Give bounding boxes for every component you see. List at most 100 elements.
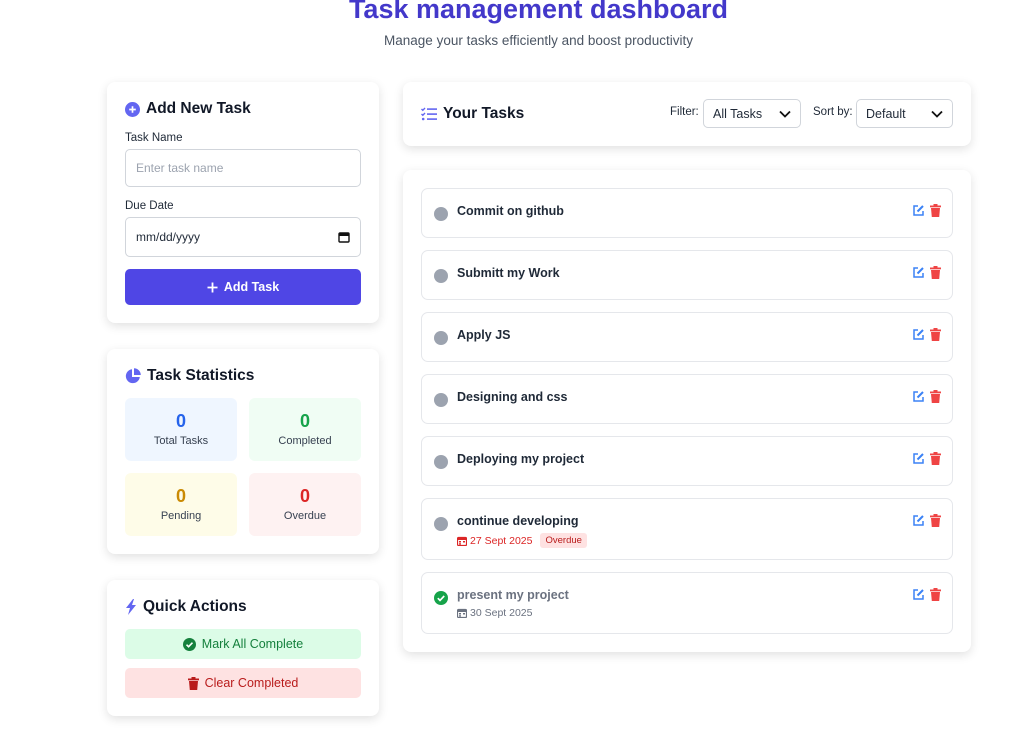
task-actions: [912, 390, 941, 403]
trash-icon[interactable]: [930, 204, 941, 217]
task-item[interactable]: Apply JS: [421, 312, 953, 362]
trash-icon[interactable]: [930, 452, 941, 465]
clear-completed-label: Clear Completed: [204, 676, 299, 690]
add-task-button-label: Add Task: [223, 280, 280, 294]
plus-circle-icon: [125, 101, 140, 117]
due-date: 30 Sept 2025: [457, 607, 532, 619]
edit-icon[interactable]: [912, 390, 925, 403]
status-dot[interactable]: [434, 455, 448, 469]
add-task-button[interactable]: Add Task: [125, 269, 361, 305]
task-meta: 30 Sept 2025: [457, 607, 532, 619]
trash-icon: [187, 676, 199, 690]
task-actions: [912, 452, 941, 465]
calendar-icon: [457, 536, 467, 546]
status-dot[interactable]: [434, 207, 448, 221]
task-item-completed[interactable]: present my project 30 Sept 2025: [421, 572, 953, 634]
task-item[interactable]: Designing and css: [421, 374, 953, 424]
trash-icon[interactable]: [930, 588, 941, 601]
sort-value: Default: [866, 106, 906, 121]
status-dot[interactable]: [434, 331, 448, 345]
bolt-icon: [125, 599, 137, 615]
task-item[interactable]: Deploying my project: [421, 436, 953, 486]
due-date-text: 30 Sept 2025: [470, 607, 533, 619]
task-name: Designing and css: [457, 390, 568, 404]
task-actions: [912, 266, 941, 279]
plus-icon: [207, 282, 218, 293]
chevron-down-icon: [779, 110, 791, 118]
edit-icon[interactable]: [912, 514, 925, 527]
check-circle-icon: [182, 637, 196, 651]
page-subtitle: Manage your tasks efficiently and boost …: [384, 33, 693, 48]
chevron-down-icon: [931, 110, 943, 118]
quick-actions-card: Quick Actions Mark All Complete Clear Co…: [107, 580, 379, 716]
task-name-label: Task Name: [125, 132, 183, 144]
add-task-header: Add New Task: [125, 100, 251, 118]
stat-total: 0 Total Tasks: [125, 398, 237, 461]
trash-icon[interactable]: [930, 390, 941, 403]
task-name: Apply JS: [457, 328, 511, 342]
task-actions: [912, 328, 941, 341]
trash-icon[interactable]: [930, 514, 941, 527]
stat-completed-label: Completed: [278, 435, 332, 447]
due-date-value: mm/dd/yyyy: [136, 230, 201, 244]
status-dot[interactable]: [434, 269, 448, 283]
task-item[interactable]: continue developing 27 Sept 2025 Overdue: [421, 498, 953, 560]
task-meta: 27 Sept 2025 Overdue: [457, 533, 587, 548]
trash-icon[interactable]: [930, 328, 941, 341]
sort-label: Sort by:: [813, 106, 853, 118]
stat-total-value: 0: [175, 411, 186, 431]
task-actions: [912, 514, 941, 527]
due-date-input[interactable]: mm/dd/yyyy: [125, 217, 361, 257]
statistics-card: Task Statistics 0 Total Tasks 0 Complete…: [107, 349, 379, 554]
clear-completed-button[interactable]: Clear Completed: [125, 668, 361, 698]
sort-select[interactable]: Default: [856, 99, 953, 128]
quick-actions-header: Quick Actions: [125, 598, 247, 616]
list-check-icon: [421, 107, 437, 121]
task-actions: [912, 588, 941, 601]
stat-overdue: 0 Overdue: [249, 473, 361, 536]
tasks-header-card: Your Tasks Filter: All Tasks Sort by: De…: [403, 82, 971, 146]
check-circle-icon[interactable]: [434, 591, 448, 605]
edit-icon[interactable]: [912, 328, 925, 341]
stat-total-label: Total Tasks: [153, 435, 209, 447]
overdue-badge: Overdue: [540, 533, 587, 548]
task-name: Commit on github: [457, 204, 564, 218]
stat-completed: 0 Completed: [249, 398, 361, 461]
task-actions: [912, 204, 941, 217]
filter-label: Filter:: [670, 106, 699, 118]
calendar-icon: [457, 608, 467, 618]
stat-overdue-value: 0: [299, 486, 310, 506]
edit-icon[interactable]: [912, 266, 925, 279]
tasks-header: Your Tasks: [421, 105, 524, 123]
add-task-title: Add New Task: [146, 100, 251, 117]
stat-pending-label: Pending: [160, 510, 202, 522]
task-name: Deploying my project: [457, 452, 585, 466]
add-task-card: Add New Task Task Name Enter task name D…: [107, 82, 379, 323]
stat-overdue-label: Overdue: [283, 510, 327, 522]
page-title: Task management dashboard: [348, 0, 729, 24]
edit-icon[interactable]: [912, 452, 925, 465]
edit-icon[interactable]: [912, 588, 925, 601]
task-item[interactable]: Submitt my Work: [421, 250, 953, 300]
task-name: continue developing: [457, 514, 579, 528]
task-name-input[interactable]: Enter task name: [125, 149, 361, 187]
statistics-title: Task Statistics: [147, 367, 255, 384]
due-date-text: 27 Sept 2025: [470, 534, 533, 547]
status-dot[interactable]: [434, 393, 448, 407]
quick-actions-title: Quick Actions: [143, 598, 247, 615]
trash-icon[interactable]: [930, 266, 941, 279]
task-item[interactable]: Commit on github: [421, 188, 953, 238]
stat-pending-value: 0: [175, 486, 186, 506]
calendar-icon[interactable]: [338, 231, 350, 243]
statistics-header: Task Statistics: [125, 367, 254, 385]
mark-all-complete-label: Mark All Complete: [201, 637, 304, 651]
edit-icon[interactable]: [912, 204, 925, 217]
task-name: present my project: [457, 588, 569, 602]
status-dot[interactable]: [434, 517, 448, 531]
task-name: Submitt my Work: [457, 266, 560, 280]
stat-completed-value: 0: [299, 411, 310, 431]
mark-all-complete-button[interactable]: Mark All Complete: [125, 629, 361, 659]
filter-select[interactable]: All Tasks: [703, 99, 801, 128]
stat-pending: 0 Pending: [125, 473, 237, 536]
filter-value: All Tasks: [713, 106, 763, 121]
